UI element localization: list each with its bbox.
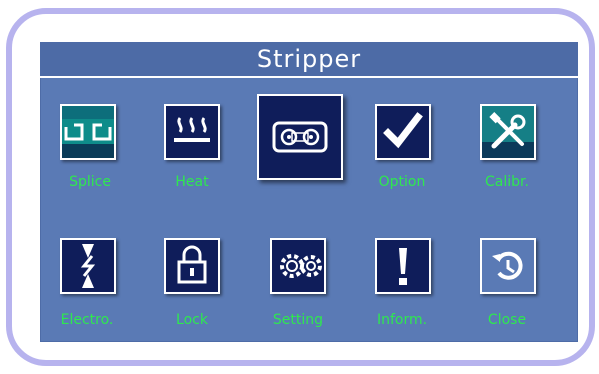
stripper-icon: [259, 96, 341, 178]
tools-icon: [482, 106, 534, 158]
setting-button[interactable]: [270, 238, 326, 294]
lock-button[interactable]: [164, 238, 220, 294]
menu-panel: [40, 42, 578, 342]
stripper-button[interactable]: [257, 94, 343, 180]
electrode-icon: [62, 240, 114, 292]
calibrate-button[interactable]: [480, 104, 536, 160]
lock-icon: [166, 240, 218, 292]
exclamation-icon: [377, 240, 429, 292]
option-button[interactable]: [375, 104, 431, 160]
undo-icon: [482, 240, 534, 292]
heat-icon: [166, 106, 218, 158]
title-divider: [40, 76, 578, 78]
gears-icon: [272, 240, 324, 292]
heat-button[interactable]: [164, 104, 220, 160]
checkmark-icon: [377, 106, 429, 158]
close-button[interactable]: [480, 238, 536, 294]
inform-button[interactable]: [375, 238, 431, 294]
splice-button[interactable]: [60, 104, 116, 160]
stripper-menu-screen: Stripper Splice Heat Option Calibr. Elec…: [0, 0, 599, 374]
splice-icon: [62, 106, 114, 158]
dialog-title: Stripper: [256, 45, 362, 73]
title-bar: Stripper: [40, 42, 578, 76]
electro-button[interactable]: [60, 238, 116, 294]
